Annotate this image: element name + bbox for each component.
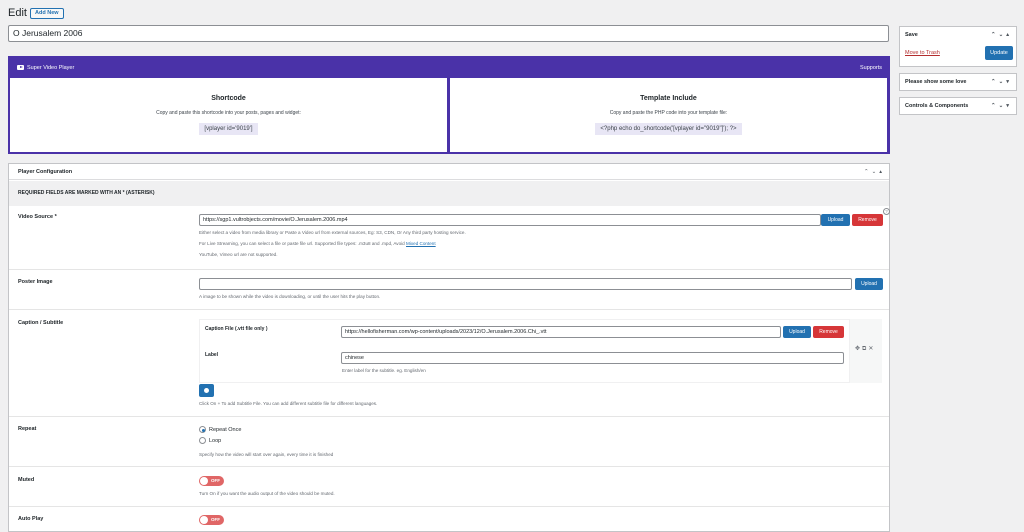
video-source-input[interactable]: https://sgp1.vultrobjects.com/movie/O.Je… xyxy=(199,214,821,226)
repeat-once-radio[interactable] xyxy=(199,426,206,433)
subtitle-label-input[interactable]: chinese xyxy=(341,352,844,364)
delete-icon[interactable]: ✕ xyxy=(868,346,875,352)
save-box-title: Save xyxy=(905,32,918,38)
subtitle-label-hint: Enter label for the subtitle. eg. Englis… xyxy=(342,368,426,373)
super-video-player-panel: Super Video Player Supports Shortcode Co… xyxy=(8,56,890,154)
page-title: Edit xyxy=(8,7,27,19)
muted-hint: Turn On if you want the audio output of … xyxy=(199,491,335,496)
shortcode-title: Shortcode xyxy=(211,95,246,102)
subtitle-item-tools[interactable]: ✥⧉✕ xyxy=(855,345,875,353)
template-code[interactable]: <?php echo do_shortcode('[vplayer id="90… xyxy=(595,123,742,135)
move-icon[interactable]: ✥ xyxy=(855,346,862,352)
repeat-label: Repeat xyxy=(18,426,37,432)
toggle-knob xyxy=(200,516,208,524)
mixed-content-link[interactable]: Mixed Content xyxy=(406,241,436,246)
supports-link[interactable]: Supports xyxy=(860,65,882,71)
video-player-icon xyxy=(17,65,24,70)
template-title: Template Include xyxy=(640,95,697,102)
help-icon[interactable]: ? xyxy=(883,208,890,215)
update-button[interactable]: Update xyxy=(985,46,1013,60)
caption-file-input[interactable]: https://hellofisherman.com/wp-content/up… xyxy=(341,326,781,338)
post-title-input[interactable]: O Jerusalem 2006 xyxy=(8,25,889,42)
muted-toggle[interactable]: OFF xyxy=(199,476,224,486)
subtitle-label-label: Label xyxy=(205,352,219,358)
save-box-header[interactable]: Save ⌃⌄▴ xyxy=(900,27,1016,44)
player-configuration-box: Player Configuration ⌃⌄▴ REQUIRED FIELDS… xyxy=(8,163,890,532)
divider xyxy=(9,466,889,467)
controls-box: Controls & Components ⌃⌄▾ xyxy=(899,97,1017,115)
toggle-knob xyxy=(200,477,208,485)
shortcode-panel: Shortcode Copy and paste this shortcode … xyxy=(10,78,447,152)
player-configuration-header[interactable]: Player Configuration ⌃⌄▴ xyxy=(9,164,889,180)
poster-hint: A image to be shown while the video is d… xyxy=(199,294,381,299)
panel-order-icons[interactable]: ⌃⌄▾ xyxy=(991,74,1012,91)
shortcode-desc: Copy and paste this shortcode into your … xyxy=(156,110,301,116)
autoplay-label: Auto Play xyxy=(18,516,44,522)
panel-order-icons[interactable]: ⌃⌄▴ xyxy=(864,164,885,180)
poster-image-input[interactable] xyxy=(199,278,852,290)
caption-remove-button[interactable]: Remove xyxy=(813,326,844,338)
repeat-once-label[interactable]: Repeat Once xyxy=(209,427,241,433)
unsupported-hint: YouTube, Vimeo url are not supported. xyxy=(199,252,278,257)
svp-header: Super Video Player Supports xyxy=(8,56,890,78)
live-stream-hint: For Live Streaming, you can select a fil… xyxy=(199,241,436,246)
template-desc: Copy and paste the PHP code into your te… xyxy=(609,110,728,116)
loop-radio[interactable] xyxy=(199,437,206,444)
controls-box-title: Controls & Components xyxy=(905,103,969,109)
poster-image-label: Poster Image xyxy=(18,279,53,285)
toggle-state: OFF xyxy=(211,517,220,522)
repeat-hint: Specify how the video will start over ag… xyxy=(199,452,334,457)
divider xyxy=(9,416,889,417)
divider xyxy=(9,309,889,310)
love-box-title: Please show some love xyxy=(905,79,967,85)
shortcode-code[interactable]: [vplayer id='9019'] xyxy=(199,123,258,135)
template-panel: Template Include Copy and paste the PHP … xyxy=(450,78,887,152)
divider xyxy=(9,269,889,270)
panel-order-icons[interactable]: ⌃⌄▾ xyxy=(991,98,1012,115)
autoplay-toggle[interactable]: OFF xyxy=(199,515,224,525)
divider xyxy=(9,506,889,507)
move-to-trash-link[interactable]: Move to Trash xyxy=(905,50,940,56)
required-fields-note: REQUIRED FIELDS ARE MARKED WITH AN * (AS… xyxy=(9,181,889,206)
controls-box-header[interactable]: Controls & Components ⌃⌄▾ xyxy=(900,98,1016,115)
toggle-state: OFF xyxy=(211,478,220,483)
video-upload-button[interactable]: Upload xyxy=(821,214,850,226)
video-source-hint: Either select a video from media library… xyxy=(199,230,466,235)
add-subtitle-button[interactable] xyxy=(199,384,214,397)
svp-brand: Super Video Player xyxy=(27,65,75,71)
panel-order-icons[interactable]: ⌃⌄▴ xyxy=(991,27,1012,44)
poster-upload-button[interactable]: Upload xyxy=(855,278,883,290)
caption-file-label: Caption File (.vtt file only ) xyxy=(205,326,268,332)
love-box-header[interactable]: Please show some love ⌃⌄▾ xyxy=(900,74,1016,91)
add-subtitle-hint: Click On + To add Subtitle File. You can… xyxy=(199,401,378,406)
add-new-button[interactable]: Add New xyxy=(30,8,64,19)
caption-label: Caption / Subtitle xyxy=(18,320,64,326)
love-box: Please show some love ⌃⌄▾ xyxy=(899,73,1017,91)
muted-label: Muted xyxy=(18,477,35,483)
video-remove-button[interactable]: Remove xyxy=(852,214,883,226)
caption-upload-button[interactable]: Upload xyxy=(783,326,811,338)
loop-label[interactable]: Loop xyxy=(209,438,221,444)
player-configuration-title: Player Configuration xyxy=(18,169,73,175)
video-source-label: Video Source * xyxy=(18,214,57,220)
